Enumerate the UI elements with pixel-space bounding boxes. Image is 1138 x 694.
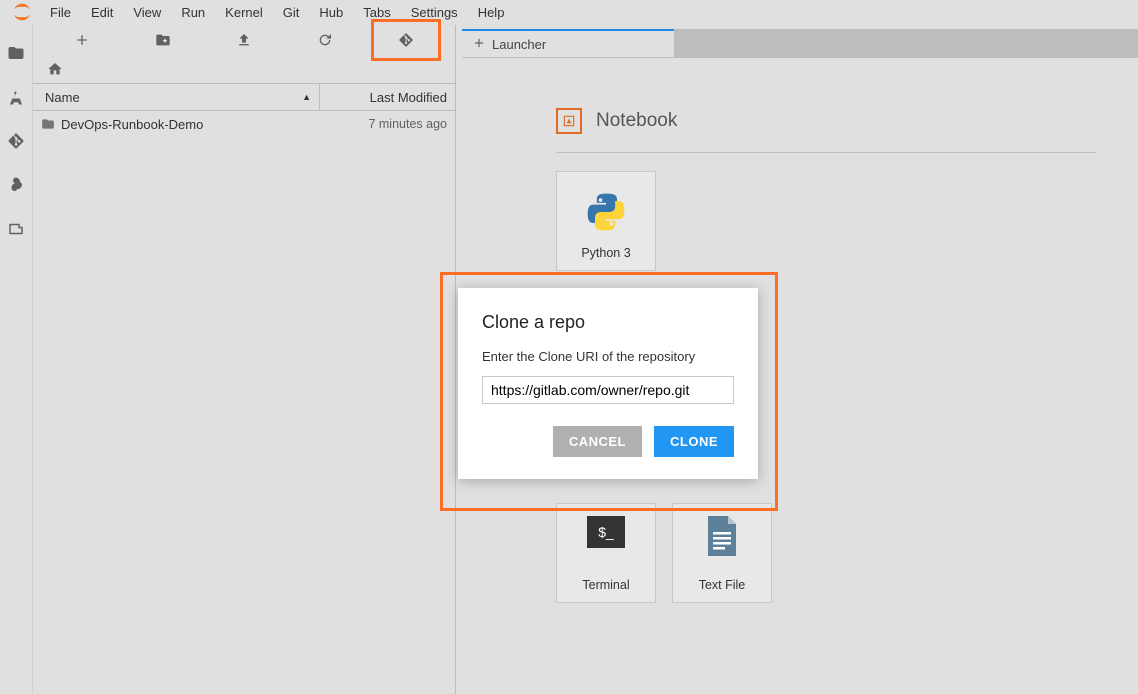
card-python3[interactable]: Python 3 — [556, 171, 656, 271]
column-modified-header[interactable]: Last Modified — [320, 90, 455, 105]
card-textfile-label: Text File — [699, 578, 746, 592]
file-row[interactable]: DevOps-Runbook-Demo 7 minutes ago — [33, 111, 455, 137]
notebook-section-icon — [556, 108, 582, 134]
git-tab-icon[interactable] — [6, 131, 26, 151]
textfile-icon — [704, 516, 740, 559]
clone-dialog: Clone a repo Enter the Clone URI of the … — [458, 288, 758, 479]
file-browser-toolbar — [33, 25, 455, 55]
dialog-actions: CANCEL CLONE — [482, 426, 734, 457]
tabs-list-icon[interactable] — [6, 219, 26, 239]
card-terminal-label: Terminal — [582, 578, 629, 592]
column-name-label: Name — [45, 90, 80, 105]
file-list-header: Name ▲ Last Modified — [33, 83, 455, 111]
breadcrumb[interactable] — [33, 55, 455, 83]
cancel-button[interactable]: CANCEL — [553, 426, 642, 457]
file-list: DevOps-Runbook-Demo 7 minutes ago — [33, 111, 455, 694]
dialog-label: Enter the Clone URI of the repository — [482, 349, 734, 364]
folder-tab-icon[interactable] — [6, 43, 26, 63]
menu-help[interactable]: Help — [468, 0, 515, 25]
python-icon — [584, 190, 628, 234]
column-name-header[interactable]: Name ▲ — [33, 84, 320, 110]
sort-caret-icon: ▲ — [302, 92, 311, 102]
card-python3-label: Python 3 — [581, 246, 630, 260]
commands-tab-icon[interactable] — [6, 175, 26, 195]
tab-bar: Launcher — [462, 29, 1138, 58]
dialog-title: Clone a repo — [482, 312, 734, 333]
card-textfile[interactable]: Text File — [672, 503, 772, 603]
tab-launcher[interactable]: Launcher — [462, 29, 674, 57]
section-notebook-title: Notebook — [596, 110, 677, 132]
folder-icon — [41, 117, 55, 131]
left-activity-rail — [0, 25, 33, 694]
terminal-icon: $_ — [587, 516, 625, 548]
home-icon — [47, 61, 63, 77]
clone-uri-input[interactable] — [482, 376, 734, 404]
section-notebook: Notebook Python 3 — [556, 108, 1138, 271]
jupyter-logo-icon — [12, 2, 32, 22]
launcher-tab-icon — [472, 36, 486, 53]
card-terminal[interactable]: $_ Terminal — [556, 503, 656, 603]
file-browser-panel: Name ▲ Last Modified DevOps-Runbook-Demo… — [33, 25, 456, 694]
file-name: DevOps-Runbook-Demo — [61, 117, 203, 132]
running-tab-icon[interactable] — [6, 87, 26, 107]
tab-launcher-label: Launcher — [492, 37, 546, 52]
file-modified: 7 minutes ago — [368, 117, 447, 131]
clone-button[interactable]: CLONE — [654, 426, 734, 457]
